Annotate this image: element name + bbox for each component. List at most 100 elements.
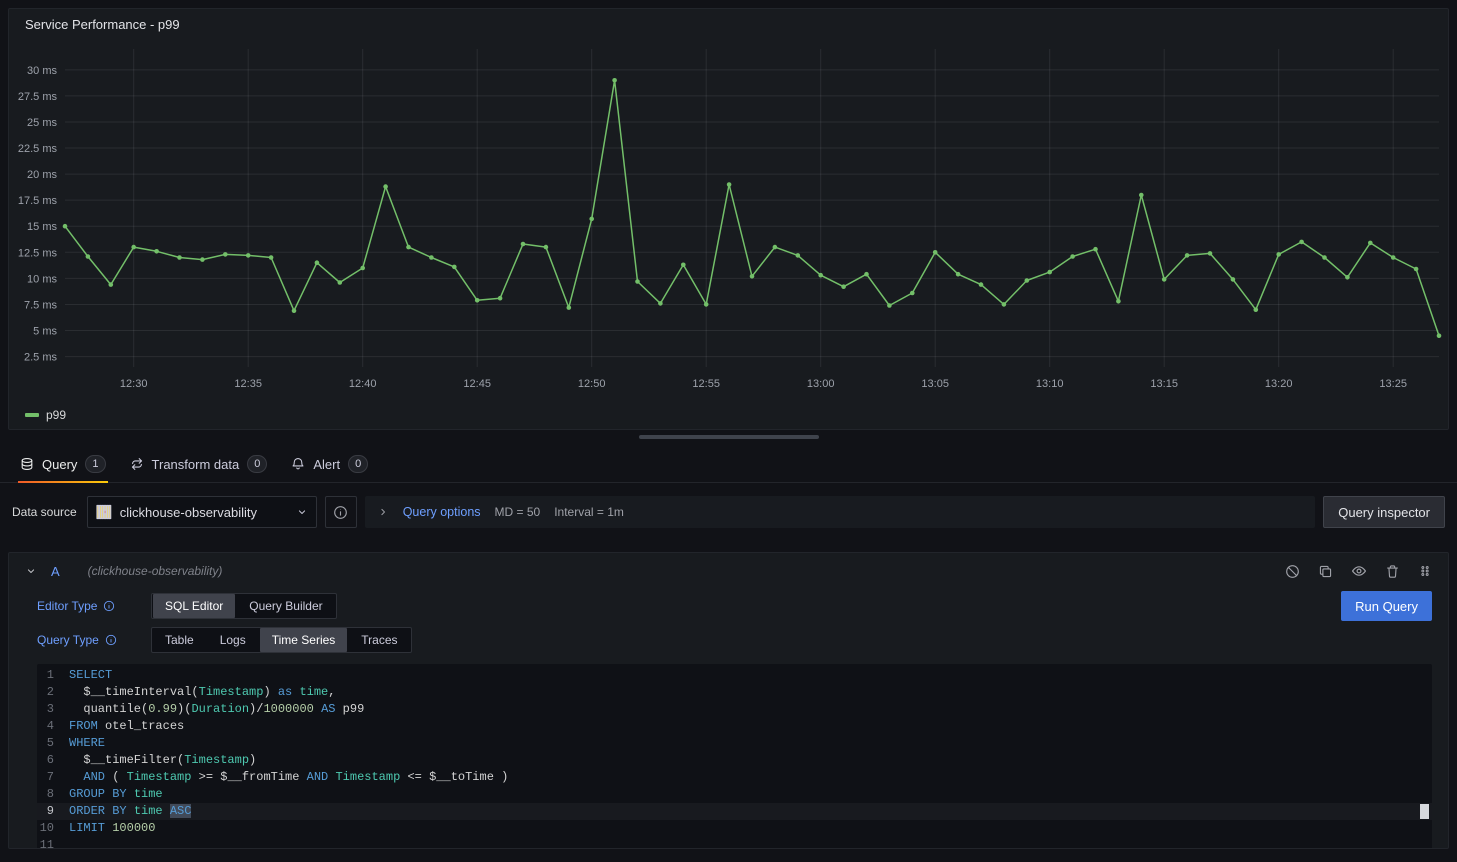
svg-text:12:55: 12:55: [692, 378, 720, 390]
timeseries-chart[interactable]: 2.5 ms5 ms7.5 ms10 ms12.5 ms15 ms17.5 ms…: [9, 39, 1448, 403]
tab-alert[interactable]: Alert 0: [281, 446, 378, 482]
svg-text:13:05: 13:05: [921, 378, 949, 390]
radio-traces[interactable]: Traces: [349, 628, 409, 652]
datasource-label: Data source: [12, 505, 77, 519]
query-row-header[interactable]: A (clickhouse-observability): [9, 553, 1448, 589]
legend-item-p99[interactable]: p99: [25, 408, 66, 422]
trash-icon: [1385, 564, 1400, 579]
panel-header[interactable]: Service Performance - p99: [9, 9, 1448, 39]
code-line-11[interactable]: 11: [37, 837, 1432, 849]
hide-response-button[interactable]: [1351, 563, 1367, 579]
line-number: 4: [37, 718, 69, 735]
svg-text:12:45: 12:45: [463, 378, 491, 390]
tab-transform-data[interactable]: Transform data 0: [120, 446, 278, 482]
database-icon: [20, 457, 34, 471]
code-line-2[interactable]: 2 $__timeInterval(Timestamp) as time,: [37, 684, 1432, 701]
remove-query-button[interactable]: [1385, 564, 1400, 579]
run-query-button[interactable]: Run Query: [1341, 591, 1432, 621]
legend-swatch: [25, 413, 39, 417]
sql-editor[interactable]: 1SELECT2 $__timeInterval(Timestamp) as t…: [37, 664, 1432, 849]
edit-pane-tabs: Query 1 Transform data 0 Alert 0: [0, 446, 1457, 483]
drag-handle[interactable]: [1418, 564, 1432, 578]
svg-text:17.5 ms: 17.5 ms: [18, 195, 58, 207]
code-line-5[interactable]: 5WHERE: [37, 735, 1432, 752]
code-line-7[interactable]: 7 AND ( Timestamp >= $__fromTime AND Tim…: [37, 769, 1432, 786]
radio-sql-editor[interactable]: SQL Editor: [153, 594, 235, 618]
query-type-label-group: Query Type: [37, 633, 151, 647]
svg-text:12:40: 12:40: [349, 378, 377, 390]
clickhouse-logo-icon: [96, 504, 112, 520]
datasource-help-button[interactable]: [325, 496, 357, 528]
svg-text:10 ms: 10 ms: [27, 273, 57, 285]
code-line-9[interactable]: 9ORDER BY time ASC: [37, 803, 1432, 820]
interval-value: Interval = 1m: [554, 505, 624, 519]
query-row-actions: [1285, 563, 1432, 579]
query-datasource-hint: (clickhouse-observability): [88, 564, 223, 578]
info-circle-icon[interactable]: [103, 600, 115, 612]
disable-query-button[interactable]: [1285, 564, 1300, 579]
code-text: AND ( Timestamp >= $__fromTime AND Times…: [69, 769, 508, 786]
tab-count-badge: 0: [348, 455, 368, 473]
query-row-panel: A (clickhouse-observability): [8, 552, 1449, 849]
code-line-1[interactable]: 1SELECT: [37, 667, 1432, 684]
svg-text:13:25: 13:25: [1379, 378, 1407, 390]
timeseries-panel: Service Performance - p99 2.5 ms5 ms7.5 …: [8, 8, 1449, 430]
code-line-3[interactable]: 3 quantile(0.99)(Duration)/1000000 AS p9…: [37, 701, 1432, 718]
chart-legend: p99: [9, 403, 1448, 427]
tab-label: Alert: [313, 457, 340, 472]
tab-count-badge: 1: [85, 455, 105, 473]
transform-icon: [130, 457, 144, 471]
editor-type-label-group: Editor Type: [37, 599, 151, 613]
svg-text:7.5 ms: 7.5 ms: [24, 299, 58, 311]
svg-text:12.5 ms: 12.5 ms: [18, 247, 58, 259]
tab-query[interactable]: Query 1: [10, 446, 116, 482]
svg-text:12:30: 12:30: [120, 378, 148, 390]
duplicate-query-button[interactable]: [1318, 564, 1333, 579]
svg-text:13:20: 13:20: [1265, 378, 1293, 390]
svg-text:30 ms: 30 ms: [27, 65, 57, 77]
editor-type-radio-group: SQL Editor Query Builder: [151, 593, 337, 619]
radio-logs[interactable]: Logs: [208, 628, 258, 652]
code-text: SELECT: [69, 667, 112, 684]
editor-type-row: Editor Type SQL Editor Query Builder Run…: [37, 591, 1432, 621]
info-circle-icon[interactable]: [105, 634, 117, 646]
code-text: LIMIT 100000: [69, 820, 155, 837]
query-ref-id: A: [51, 564, 60, 579]
collapse-chevron-icon[interactable]: [25, 565, 37, 577]
line-number: 5: [37, 735, 69, 752]
radio-query-builder[interactable]: Query Builder: [237, 594, 334, 618]
datasource-picker[interactable]: clickhouse-observability: [87, 496, 317, 528]
bell-icon: [291, 457, 305, 471]
editor-overview-cursor: [1420, 804, 1429, 819]
line-number: 3: [37, 701, 69, 718]
query-options-toggle[interactable]: Query options MD = 50 Interval = 1m: [365, 496, 1316, 528]
svg-text:12:35: 12:35: [234, 378, 262, 390]
line-number: 7: [37, 769, 69, 786]
info-circle-icon: [333, 505, 348, 520]
editor-type-label: Editor Type: [37, 599, 97, 613]
code-line-8[interactable]: 8GROUP BY time: [37, 786, 1432, 803]
svg-text:27.5 ms: 27.5 ms: [18, 91, 58, 103]
circle-slash-icon: [1285, 564, 1300, 579]
radio-time-series[interactable]: Time Series: [260, 628, 348, 652]
radio-table[interactable]: Table: [153, 628, 206, 652]
horizontal-scrollbar[interactable]: [639, 435, 819, 439]
code-line-6[interactable]: 6 $__timeFilter(Timestamp): [37, 752, 1432, 769]
svg-text:2.5 ms: 2.5 ms: [24, 352, 58, 364]
tab-label: Transform data: [152, 457, 240, 472]
code-text: FROM otel_traces: [69, 718, 184, 735]
query-type-radio-group: Table Logs Time Series Traces: [151, 627, 412, 653]
line-number: 2: [37, 684, 69, 701]
line-number: 10: [37, 820, 69, 837]
dashboard-panel-edit: Service Performance - p99 2.5 ms5 ms7.5 …: [0, 8, 1457, 849]
chevron-right-icon: [377, 506, 389, 518]
query-options-label[interactable]: Query options: [403, 505, 481, 519]
code-text: ORDER BY time ASC: [69, 803, 191, 820]
code-line-10[interactable]: 10LIMIT 100000: [37, 820, 1432, 837]
query-inspector-button[interactable]: Query inspector: [1323, 496, 1445, 528]
code-text: $__timeInterval(Timestamp) as time,: [69, 684, 335, 701]
code-line-4[interactable]: 4FROM otel_traces: [37, 718, 1432, 735]
active-tab-indicator: [18, 481, 108, 483]
tab-count-badge: 0: [247, 455, 267, 473]
code-text: $__timeFilter(Timestamp): [69, 752, 256, 769]
